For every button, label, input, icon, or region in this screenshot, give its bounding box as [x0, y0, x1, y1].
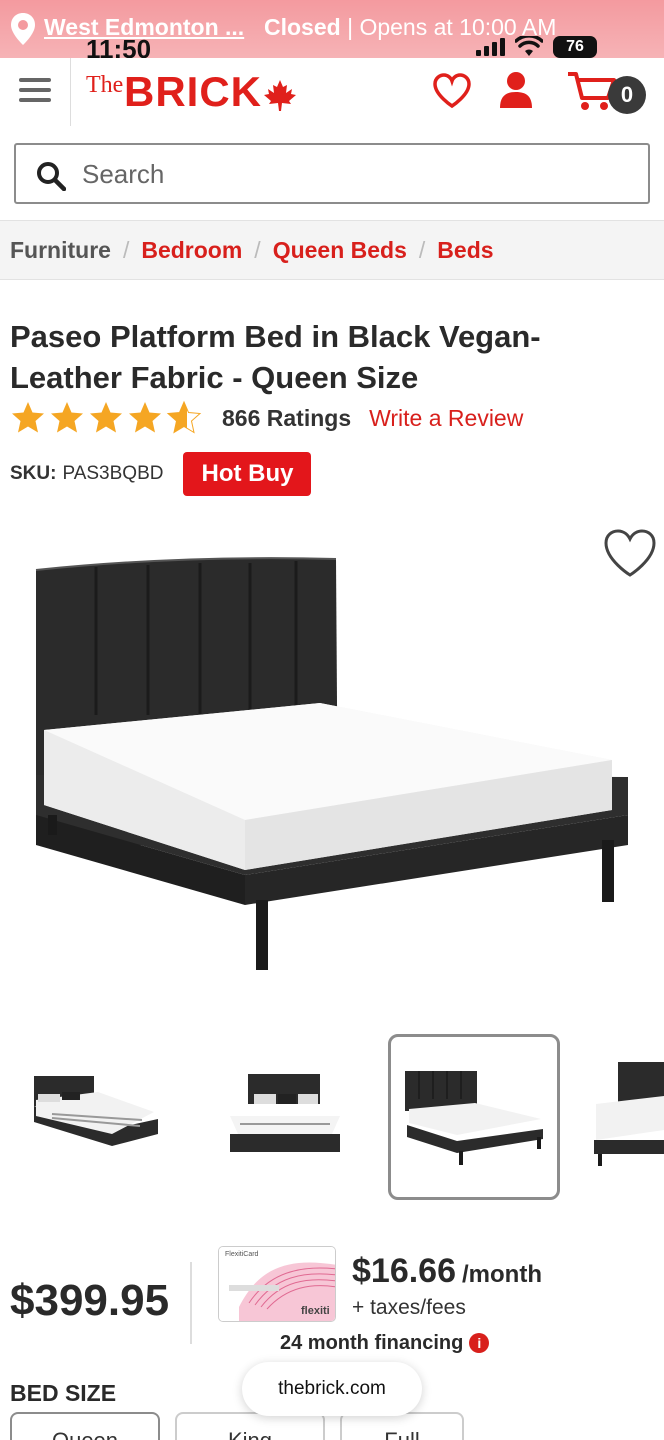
thumbnail-3-image: [405, 1071, 543, 1165]
write-review-link[interactable]: Write a Review: [369, 405, 523, 432]
site-header: The BRICK 0: [0, 58, 664, 130]
breadcrumb-bedroom[interactable]: Bedroom: [141, 237, 242, 264]
breadcrumb: Furniture / Bedroom / Queen Beds / Beds: [0, 220, 664, 280]
browser-url-pill[interactable]: thebrick.com: [242, 1362, 422, 1416]
info-icon[interactable]: i: [469, 1333, 490, 1353]
thumbnail-2[interactable]: [204, 1034, 376, 1200]
maple-leaf-icon: [264, 80, 296, 111]
sku-value: PAS3BQBD: [62, 463, 164, 484]
sku-label: SKU:: [10, 463, 57, 484]
taxes-note: + taxes/fees: [352, 1296, 466, 1319]
account-icon[interactable]: [498, 70, 534, 110]
product-main-image[interactable]: [20, 545, 640, 985]
cell-signal-icon: [476, 38, 505, 56]
breadcrumb-separator: /: [254, 236, 261, 263]
search-input[interactable]: [82, 155, 622, 193]
brand-logo[interactable]: The BRICK: [86, 68, 302, 120]
logo-the-text: The: [86, 72, 124, 98]
flexiti-card-brand: flexiti: [301, 1305, 330, 1317]
search-bar[interactable]: [14, 143, 650, 204]
sku-row: SKU: PAS3BQBD Hot Buy: [10, 452, 312, 496]
thumbnail-2-image: [230, 1074, 340, 1152]
search-icon[interactable]: [36, 161, 66, 191]
price-divider: [190, 1262, 192, 1344]
hot-buy-badge: Hot Buy: [183, 452, 312, 496]
thumbnail-4[interactable]: [588, 1034, 664, 1200]
star-icon: [12, 402, 44, 433]
breadcrumb-furniture[interactable]: Furniture: [10, 237, 111, 264]
star-icon: [51, 402, 83, 433]
rating-count[interactable]: 866 Ratings: [222, 405, 351, 432]
flexiti-card-name: FlexitiCard: [225, 1251, 259, 1258]
thumbnail-1[interactable]: [22, 1034, 194, 1200]
financing-term[interactable]: 24 month financing i: [280, 1332, 490, 1355]
logo-brick-text: BRICK: [124, 68, 262, 115]
breadcrumb-queen-beds[interactable]: Queen Beds: [273, 237, 407, 264]
cart-count-badge[interactable]: 0: [608, 76, 646, 114]
thumbnail-3[interactable]: [388, 1034, 560, 1200]
header-divider: [70, 58, 71, 126]
wishlist-heart-icon[interactable]: [432, 72, 472, 110]
star-half-icon: [166, 400, 202, 434]
financing-term-label: 24 month financing: [280, 1332, 464, 1354]
star-rating[interactable]: [10, 400, 202, 436]
monthly-period: /month: [462, 1261, 542, 1288]
size-option-full[interactable]: Full: [340, 1412, 464, 1440]
flexiti-card-image: FlexitiCard flexiti: [218, 1246, 336, 1322]
store-closed-label: Closed: [264, 14, 341, 40]
monthly-amount: $16.66/month: [352, 1252, 542, 1291]
thumbnail-4-image: [594, 1062, 664, 1166]
rating-row: 866 Ratings Write a Review: [10, 400, 523, 436]
thumbnail-1-image: [34, 1076, 158, 1146]
wifi-icon: [515, 36, 543, 56]
battery-icon: 76: [553, 36, 597, 58]
breadcrumb-separator: /: [122, 236, 130, 263]
size-option-king[interactable]: King: [175, 1412, 325, 1440]
breadcrumb-separator: /: [418, 236, 426, 263]
add-to-wishlist-icon[interactable]: [602, 527, 658, 579]
menu-icon[interactable]: [19, 78, 51, 104]
star-icon: [129, 402, 161, 433]
breadcrumb-beds[interactable]: Beds: [437, 237, 493, 264]
monthly-amount-value: $16.66: [352, 1252, 456, 1290]
star-icon: [90, 402, 122, 433]
bed-size-label: BED SIZE: [10, 1380, 117, 1406]
size-option-queen[interactable]: Queen: [10, 1412, 160, 1440]
location-pin-icon: [11, 13, 35, 45]
store-banner: West Edmonton ... Closed | Opens at 10:0…: [0, 0, 664, 64]
product-title: Paseo Platform Bed in Black Vegan-Leathe…: [10, 319, 541, 395]
product-price: $399.95: [10, 1276, 170, 1325]
system-icons: 76: [476, 36, 597, 58]
